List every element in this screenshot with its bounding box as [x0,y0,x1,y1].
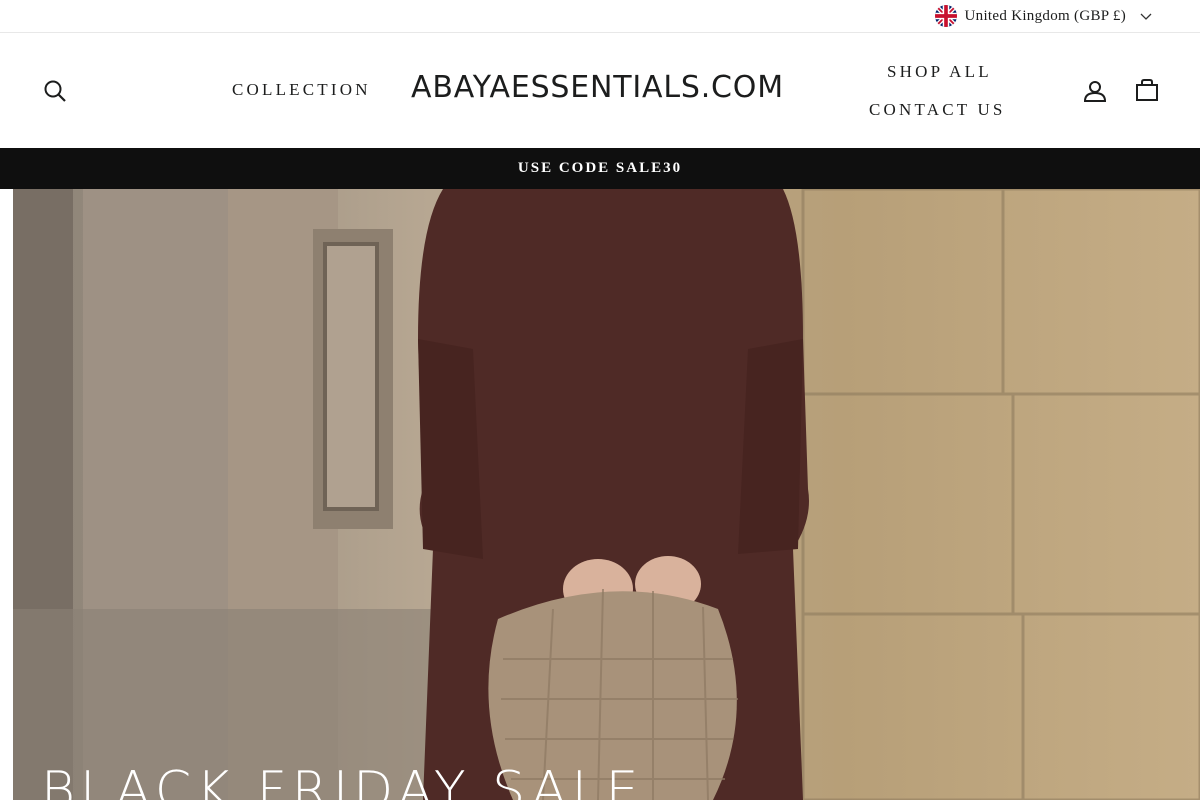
country-selector[interactable]: United Kingdom (GBP £) [934,5,1152,27]
hero-banner[interactable]: BLACK FRIDAY SALE [13,189,1200,800]
country-label: United Kingdom (GBP £) [964,7,1126,24]
uk-flag-icon [934,5,957,27]
hero-image [13,189,1200,800]
search-icon[interactable] [43,79,67,103]
top-bar: United Kingdom (GBP £) [0,0,1200,33]
nav-shop-all[interactable]: SHOP ALL [887,62,992,82]
site-header: COLLECTION ABAYAESSENTIALS.COM SHOP ALL … [0,33,1200,148]
user-icon[interactable] [1083,79,1107,103]
hero-title: BLACK FRIDAY SALE [41,761,644,800]
chevron-down-icon [1140,13,1152,20]
promo-text: USE CODE SALE30 [517,160,683,176]
nav-collection[interactable]: COLLECTION [232,80,371,100]
promo-bar: USE CODE SALE30 [0,148,1200,189]
site-logo[interactable]: ABAYAESSENTIALS.COM [411,70,784,105]
bag-icon[interactable] [1135,78,1159,102]
nav-contact-us[interactable]: CONTACT US [869,100,1006,120]
